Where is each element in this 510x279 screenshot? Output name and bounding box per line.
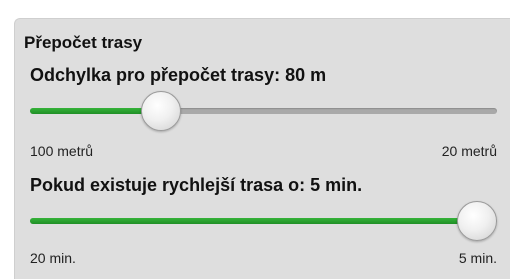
- deviation-min-label: 100 metrů: [30, 143, 94, 159]
- slider-thumb[interactable]: [457, 201, 497, 241]
- faster-route-slider[interactable]: [30, 201, 497, 241]
- deviation-setting-label: Odchylka pro přepočet trasy: 80 m: [30, 65, 327, 85]
- faster-route-setting-label: Pokud existuje rychlejší trasa o: 5 min.: [30, 175, 363, 195]
- section-title: Přepočet trasy: [24, 33, 143, 52]
- deviation-max-label: 20 metrů: [441, 143, 497, 159]
- slider-track[interactable]: [30, 108, 497, 114]
- route-recalculation-panel: Přepočet trasy Odchylka pro přepočet tra…: [14, 18, 510, 279]
- deviation-slider[interactable]: [30, 91, 497, 131]
- slider-fill: [30, 218, 477, 224]
- faster-route-min-label: 20 min.: [30, 250, 76, 266]
- faster-route-max-label: 5 min.: [458, 250, 497, 266]
- slider-thumb[interactable]: [141, 91, 182, 131]
- slider-track[interactable]: [30, 218, 497, 224]
